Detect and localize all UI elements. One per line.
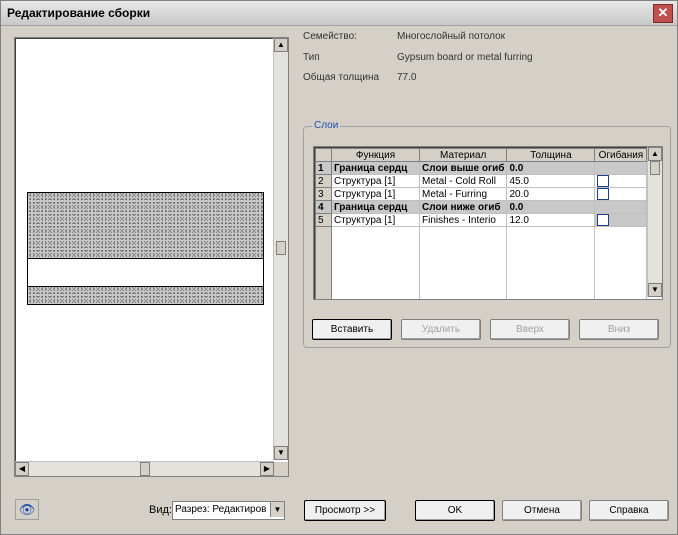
scroll-up-icon[interactable]: ▲ xyxy=(648,147,662,161)
function-cell[interactable]: Граница сердц xyxy=(331,200,420,214)
family-label: Семейство: xyxy=(303,31,357,42)
material-cell[interactable]: Finishes - Interio xyxy=(418,213,508,227)
delete-button[interactable]: Удалить xyxy=(401,319,481,340)
assembly-dialog: Редактирование сборки ✕ ▲ ▼ ◀ ▶ Семейств… xyxy=(0,0,678,535)
function-cell[interactable]: Граница сердц xyxy=(331,161,420,175)
layers-grid: Функция Материал Толщина Огибания 1 Гран… xyxy=(315,148,648,299)
column-header-material[interactable]: Материал xyxy=(418,148,508,162)
ok-button[interactable]: OK xyxy=(415,500,495,521)
column-header-function[interactable]: Функция xyxy=(331,148,420,162)
view-select-value: Разрез: Редактиров xyxy=(175,504,267,515)
table-row[interactable]: 2 Структура [1] Metal - Cold Roll 45.0 xyxy=(315,174,648,188)
function-cell[interactable]: Структура [1] xyxy=(331,213,420,227)
wrap-cell xyxy=(594,161,648,175)
wrap-cell xyxy=(594,187,648,201)
table-row[interactable]: 5 Структура [1] Finishes - Interio 12.0 xyxy=(315,213,648,227)
thickness-cell[interactable]: 12.0 xyxy=(506,213,596,227)
type-value: Gypsum board or metal furring xyxy=(397,52,533,63)
table-row[interactable]: 3 Структура [1] Metal - Furring 20.0 xyxy=(315,187,648,201)
wrap-checkbox[interactable] xyxy=(597,175,610,187)
row-number[interactable]: 1 xyxy=(315,161,332,175)
layers-group-label: Слои xyxy=(312,120,341,131)
row-number[interactable]: 4 xyxy=(315,200,332,214)
type-label: Тип xyxy=(303,52,320,63)
wrap-checkbox[interactable] xyxy=(597,188,610,200)
insert-button[interactable]: Вставить xyxy=(312,319,392,340)
preview-pane[interactable]: ▲ ▼ ◀ ▶ xyxy=(14,37,289,477)
thickness-cell[interactable]: 0.0 xyxy=(506,200,596,214)
row-number[interactable]: 5 xyxy=(315,213,332,227)
function-cell[interactable]: Структура [1] xyxy=(331,174,420,188)
table-row[interactable]: 4 Граница сердц Слои ниже огиб 0.0 xyxy=(315,200,648,214)
family-value: Многослойный потолок xyxy=(397,31,506,42)
function-cell[interactable]: Структура [1] xyxy=(331,187,420,201)
material-cell[interactable]: Слои выше огиб xyxy=(418,161,508,175)
column-header-wrapping[interactable]: Огибания xyxy=(594,148,648,162)
preview-layer-finish xyxy=(27,286,264,305)
thickness-cell[interactable]: 45.0 xyxy=(506,174,596,188)
preview-vertical-scrollbar[interactable]: ▲ ▼ xyxy=(273,38,288,460)
view-select[interactable]: Разрез: Редактиров ▼ xyxy=(172,501,285,520)
scroll-down-icon[interactable]: ▼ xyxy=(648,283,662,297)
thickness-label: Общая толщина xyxy=(303,72,380,83)
horizontal-scroll-thumb[interactable] xyxy=(140,462,150,476)
row-number[interactable]: 3 xyxy=(315,187,332,201)
scroll-down-icon[interactable]: ▼ xyxy=(274,446,288,460)
table-row[interactable]: 1 Граница сердц Слои выше огиб 0.0 xyxy=(315,161,648,175)
eye-icon[interactable]: 👁 xyxy=(15,499,39,520)
wrap-cell xyxy=(594,213,648,227)
scroll-up-icon[interactable]: ▲ xyxy=(274,38,288,52)
wrap-checkbox[interactable] xyxy=(597,214,610,226)
preview-button[interactable]: Просмотр >> xyxy=(304,500,386,521)
material-cell[interactable]: Metal - Cold Roll xyxy=(418,174,508,188)
column-header-thickness[interactable]: Толщина xyxy=(506,148,596,162)
close-icon[interactable]: ✕ xyxy=(653,4,673,23)
layers-group: Слои Функция Материал Толщина Огибания 1… xyxy=(303,120,671,348)
vertical-scroll-thumb[interactable] xyxy=(276,241,286,255)
wrap-cell xyxy=(594,174,648,188)
row-number[interactable]: 2 xyxy=(315,174,332,188)
column-header-number[interactable] xyxy=(315,148,332,162)
scroll-left-icon[interactable]: ◀ xyxy=(15,462,29,476)
chevron-down-icon[interactable]: ▼ xyxy=(270,502,284,517)
move-up-button[interactable]: Вверх xyxy=(490,319,570,340)
material-cell[interactable]: Слои ниже огиб xyxy=(418,200,508,214)
help-button[interactable]: Справка xyxy=(589,500,669,521)
thickness-cell[interactable]: 0.0 xyxy=(506,161,596,175)
cancel-button[interactable]: Отмена xyxy=(502,500,582,521)
wrap-cell xyxy=(594,200,648,214)
thickness-value: 77.0 xyxy=(397,72,417,83)
title-bar: Редактирование сборки ✕ xyxy=(1,1,677,26)
table-vertical-scrollbar[interactable]: ▲ ▼ xyxy=(647,147,662,297)
header-row: Функция Материал Толщина Огибания xyxy=(315,148,648,162)
preview-horizontal-scrollbar[interactable]: ◀ ▶ xyxy=(15,461,274,476)
preview-layer-core xyxy=(27,258,264,288)
scrollbar-corner xyxy=(274,462,288,476)
scroll-right-icon[interactable]: ▶ xyxy=(260,462,274,476)
thickness-cell[interactable]: 20.0 xyxy=(506,187,596,201)
view-label: Вид: xyxy=(149,504,172,516)
material-cell[interactable]: Metal - Furring xyxy=(418,187,508,201)
empty-row xyxy=(315,226,648,299)
layers-table[interactable]: Функция Материал Толщина Огибания 1 Гран… xyxy=(313,146,663,300)
table-scroll-thumb[interactable] xyxy=(650,161,660,175)
dialog-title: Редактирование сборки xyxy=(7,6,151,20)
preview-layer-structure xyxy=(27,192,264,260)
move-down-button[interactable]: Вниз xyxy=(579,319,659,340)
